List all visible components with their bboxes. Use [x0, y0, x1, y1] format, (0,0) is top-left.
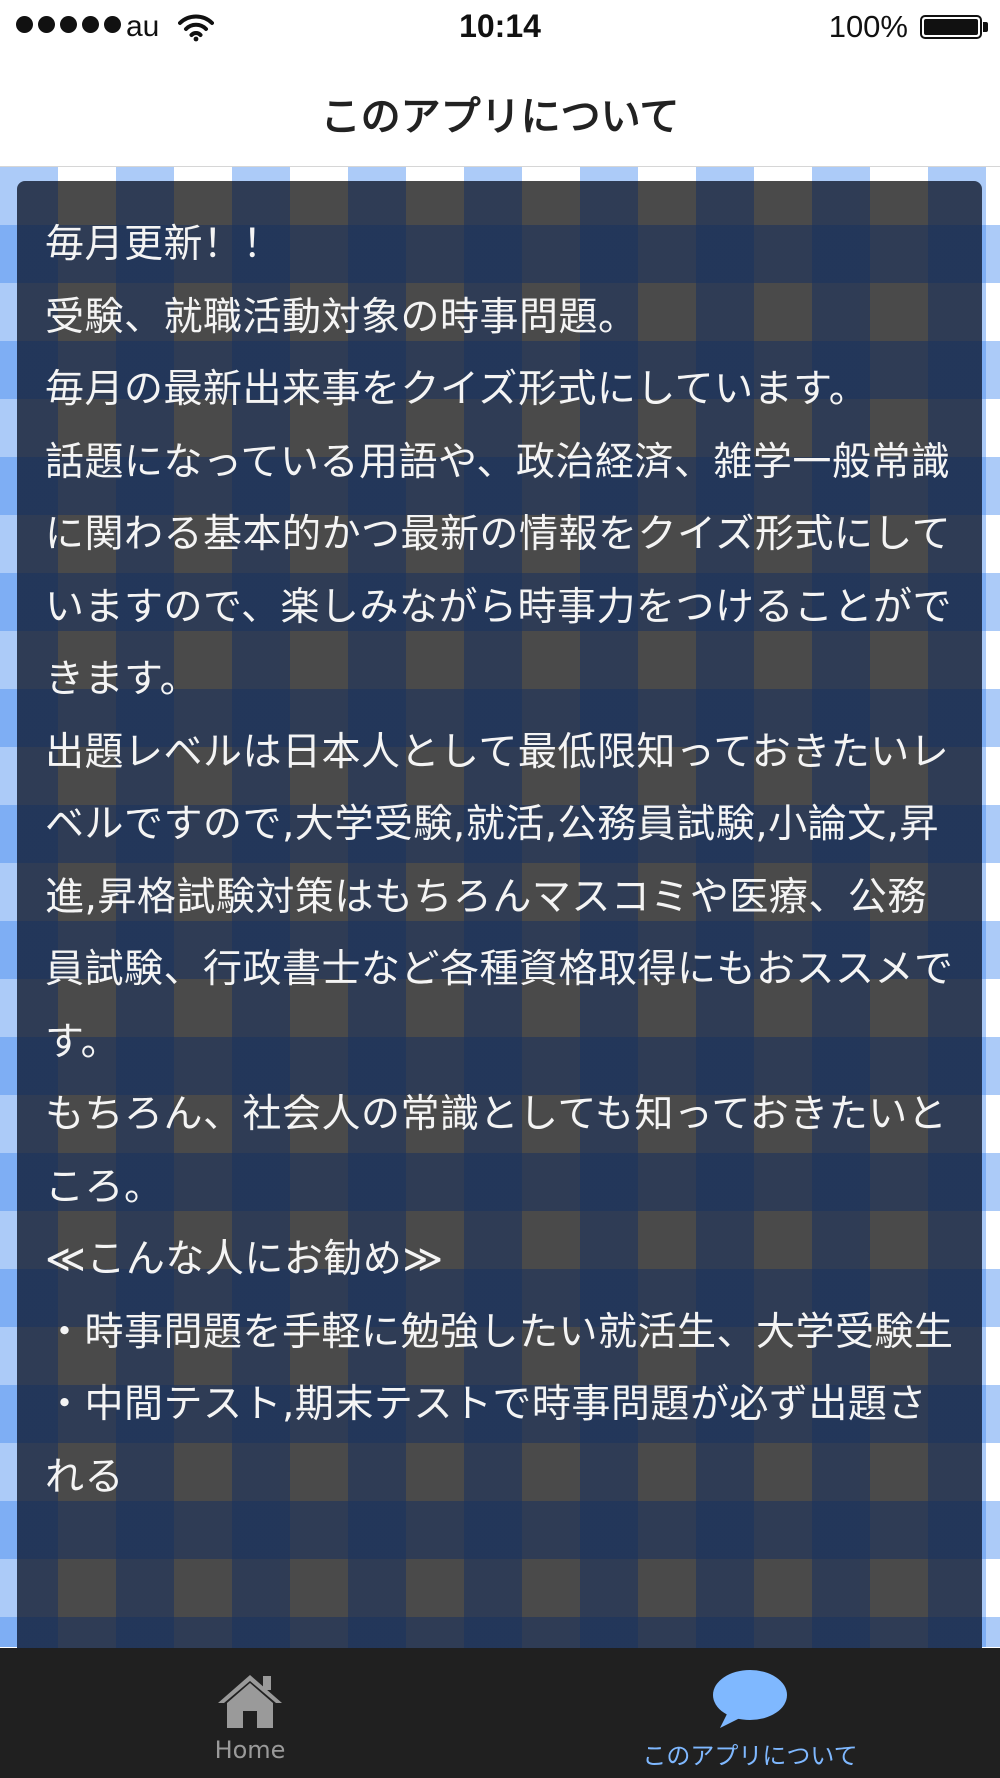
house-icon [218, 1675, 282, 1728]
battery-icon [920, 15, 982, 39]
tab-home-label: Home [214, 1736, 286, 1764]
navigation-bar: このアプリについて [0, 54, 1000, 167]
tab-about-app-label: このアプリについて [642, 1742, 858, 1770]
battery-percentage: 100% [828, 9, 908, 44]
about-description-text: 毎月更新！！ 受験、就職活動対象の時事問題。 毎月の最新出来事をクイズ形式にして… [45, 222, 954, 1500]
page-title: このアプリについて [320, 94, 680, 140]
tab-about-app[interactable]: このアプリについて [500, 1648, 1000, 1778]
status-bar: au 10:14 100% [0, 0, 1000, 54]
tab-home[interactable]: Home [0, 1648, 500, 1778]
battery-tip [983, 22, 988, 32]
speech-bubble-icon [713, 1670, 787, 1728]
tab-bar: Home このアプリについて [0, 1648, 1000, 1778]
about-text-card[interactable]: 毎月更新！！ 受験、就職活動対象の時事問題。 毎月の最新出来事をクイズ形式にして… [17, 181, 982, 1648]
